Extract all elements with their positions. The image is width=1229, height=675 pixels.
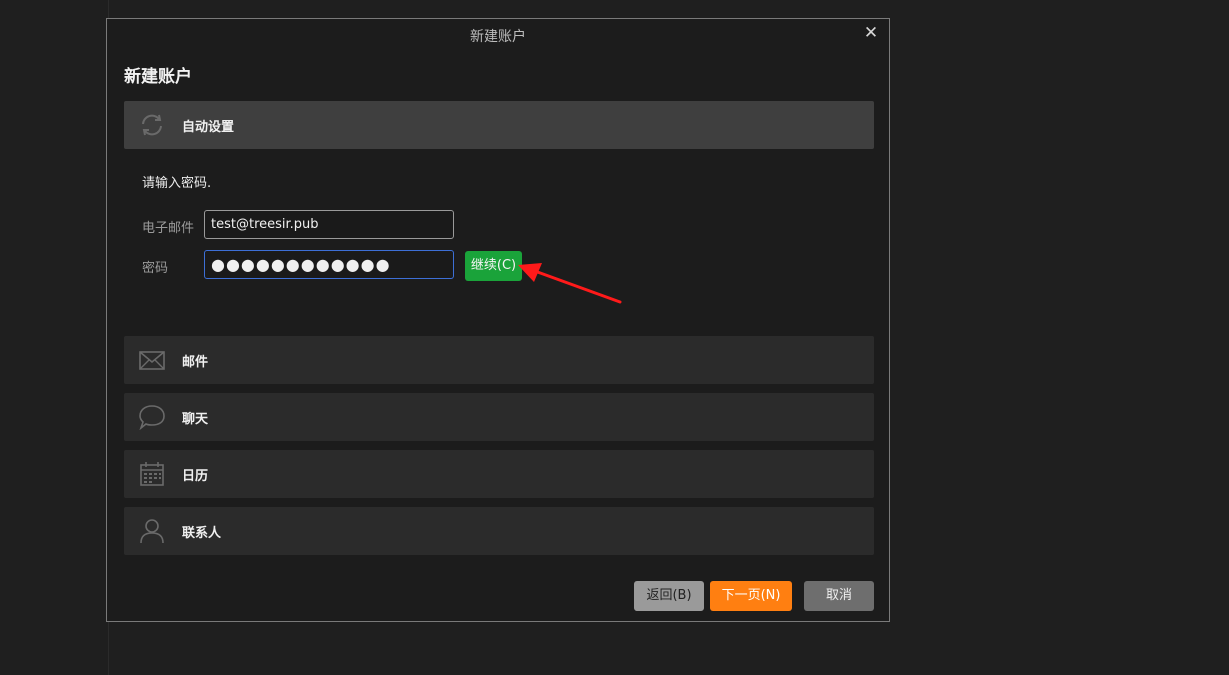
calendar-icon (138, 461, 166, 487)
section-auto-setup-label: 自动设置 (182, 120, 235, 135)
section-mail-label: 邮件 (182, 355, 209, 370)
section-contacts-label: 联系人 (182, 526, 222, 541)
contact-icon (138, 518, 166, 544)
section-chat-label: 聊天 (182, 412, 209, 427)
close-icon: ✕ (863, 23, 879, 43)
annotation-arrow-icon (518, 263, 622, 304)
section-calendar[interactable]: 日历 (124, 450, 874, 498)
page-title: 新建账户 (124, 67, 192, 87)
password-label: 密码 (142, 261, 169, 276)
close-button[interactable]: ✕ (863, 24, 879, 42)
section-mail[interactable]: 邮件 (124, 336, 874, 384)
back-button[interactable]: 返回(B) (634, 581, 704, 611)
cancel-button[interactable]: 取消 (804, 581, 874, 611)
section-contacts[interactable]: 联系人 (124, 507, 874, 555)
new-account-dialog: 新建账户 ✕ 新建账户 自动设置 请输入密码. 电子邮件 test@treesi… (106, 18, 890, 622)
window-title: 新建账户 (470, 29, 526, 45)
section-calendar-label: 日历 (182, 469, 209, 484)
next-button[interactable]: 下一页(N) (710, 581, 792, 611)
chat-icon (138, 404, 166, 431)
mail-icon (138, 347, 166, 373)
password-prompt: 请输入密码. (142, 176, 212, 191)
password-field[interactable]: ●●●●●●●●●●●● (204, 250, 454, 279)
email-field[interactable]: test@treesir.pub (204, 210, 454, 239)
sync-icon (138, 112, 166, 138)
titlebar: 新建账户 ✕ (107, 19, 889, 51)
section-auto-setup[interactable]: 自动设置 (124, 101, 874, 149)
section-chat[interactable]: 聊天 (124, 393, 874, 441)
email-label: 电子邮件 (142, 221, 195, 236)
